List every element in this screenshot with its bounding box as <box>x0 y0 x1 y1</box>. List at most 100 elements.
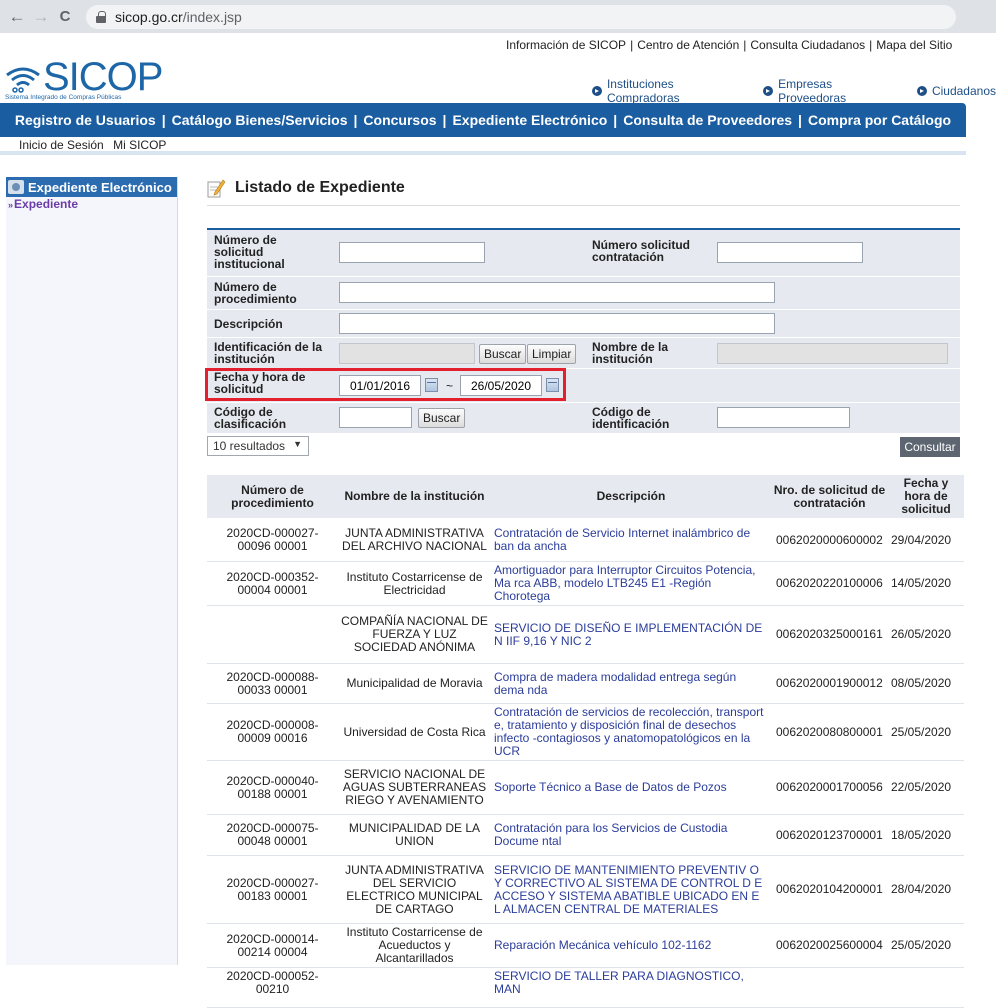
results-select-value: 10 resultados <box>213 439 286 453</box>
cell-proc: 2020CD-000052-00210 <box>207 967 338 1008</box>
search-form: Número de solicitud institucional Número… <box>207 228 960 433</box>
cell-nro: 0062020325000161 <box>771 605 888 664</box>
cell-nro: 0062020001700056 <box>771 760 888 815</box>
link-informacion[interactable]: Información de SICOP <box>506 38 626 52</box>
descripcion-input[interactable] <box>339 313 775 334</box>
codigo-clasificacion-input[interactable] <box>339 407 412 428</box>
num-solicitud-institucional-input[interactable] <box>339 242 485 263</box>
cell-proc: 2020CD-000027-00096 00001 <box>207 518 338 562</box>
table-row[interactable]: 2020CD-000088-00033 00001 Municipalidad … <box>207 663 964 704</box>
cell-proc: 2020CD-000008-00009 00016 <box>207 703 338 761</box>
url-path: /index.jsp <box>182 8 242 25</box>
col-descripcion[interactable]: Descripción <box>491 475 771 519</box>
link-mi-sicop[interactable]: Mi SICOP <box>113 138 166 152</box>
cell-proc: 2020CD-000027-00183 00001 <box>207 855 338 924</box>
table-row[interactable]: 2020CD-000008-00009 00016 Universidad de… <box>207 703 964 761</box>
results-per-page-select[interactable]: 10 resultados ▼ <box>207 436 309 456</box>
codigo-identificacion-input[interactable] <box>717 407 850 428</box>
role-empresas[interactable]: Empresas Proveedoras <box>763 77 903 105</box>
nav-compra-catalogo[interactable]: Compra por Catálogo <box>802 112 957 128</box>
table-row[interactable]: COMPAÑÍA NACIONAL DE FUERZA Y LUZ SOCIED… <box>207 605 964 664</box>
nav-concursos[interactable]: Concursos <box>357 112 442 128</box>
nav-catalogo[interactable]: Catálogo Bienes/Servicios <box>166 112 354 128</box>
cell-fecha: 25/05/2020 <box>888 703 964 761</box>
reload-icon[interactable]: C <box>54 6 76 28</box>
cell-fecha: 25/05/2020 <box>888 923 964 968</box>
col-fecha-solicitud[interactable]: Fecha y hora de solicitud <box>888 475 964 519</box>
link-consulta-ciudadanos[interactable]: Consulta Ciudadanos <box>750 38 865 52</box>
table-row[interactable]: 2020CD-000014-00214 00004 Instituto Cost… <box>207 923 964 968</box>
sidebar: Expediente Electrónico »Expediente <box>6 177 178 965</box>
url-host: sicop.go.cr <box>115 8 183 25</box>
cell-proc: 2020CD-000014-00214 00004 <box>207 923 338 968</box>
cell-inst: SERVICIO NACIONAL DE AGUAS SUBTERRANEAS … <box>338 760 491 815</box>
table-row[interactable]: 2020CD-000027-00183 00001 JUNTA ADMINIST… <box>207 855 964 924</box>
link-centro-atencion[interactable]: Centro de Atención <box>637 38 739 52</box>
forward-arrow-icon[interactable]: → <box>30 6 52 28</box>
arrow-circle-icon <box>916 86 927 96</box>
cell-desc-link[interactable]: Soporte Técnico a Base de Datos de Pozos <box>491 760 771 815</box>
sidebar-item-expediente[interactable]: »Expediente <box>6 197 177 213</box>
results-table: Número de procedimiento Nombre de la ins… <box>207 475 964 1008</box>
highlight-box <box>205 368 566 401</box>
cell-inst: JUNTA ADMINISTRATIVA DEL ARCHIVO NACIONA… <box>338 518 491 562</box>
folder-icon <box>8 180 24 194</box>
cell-fecha: 18/05/2020 <box>888 814 964 856</box>
col-num-procedimiento[interactable]: Número de procedimiento <box>207 475 338 519</box>
arrow-circle-icon <box>592 86 602 96</box>
num-procedimiento-input[interactable] <box>339 282 775 303</box>
page-title: Listado de Expediente <box>207 178 405 198</box>
page-title-text: Listado de Expediente <box>235 179 405 196</box>
table-row[interactable]: 2020CD-000040-00188 00001 SERVICIO NACIO… <box>207 760 964 815</box>
role-label: Instituciones Compradoras <box>606 77 680 105</box>
cell-desc-link[interactable]: Compra de madera modalidad entrega según… <box>491 663 771 704</box>
consultar-button[interactable]: Consultar <box>900 437 960 457</box>
nav-registro-usuarios[interactable]: Registro de Usuarios <box>9 112 162 128</box>
num-solicitud-contratacion-input[interactable] <box>717 242 863 263</box>
form-row: Código de clasificación Buscar Código de… <box>207 403 960 433</box>
nav-consulta-proveedores[interactable]: Consulta de Proveedores <box>617 112 798 128</box>
cell-fecha: 28/04/2020 <box>888 855 964 924</box>
cell-proc <box>207 605 338 664</box>
table-row[interactable]: 2020CD-000075-00048 00001 MUNICIPALIDAD … <box>207 814 964 856</box>
link-inicio-sesion[interactable]: Inicio de Sesión <box>19 138 104 152</box>
cell-desc-link[interactable]: Contratación de Servicio Internet inalám… <box>491 518 771 562</box>
logo-subtitle: Sistema Integrado de Compras Públicas <box>5 94 122 101</box>
cell-desc-link[interactable]: Reparación Mecánica vehículo 102-1162 <box>491 923 771 968</box>
nav-expediente[interactable]: Expediente Electrónico <box>446 112 613 128</box>
role-label: Empresas Proveedoras <box>778 77 847 105</box>
cell-desc-link[interactable]: Contratación para los Servicios de Custo… <box>491 814 771 856</box>
buscar-institucion-button[interactable]: Buscar <box>479 344 527 364</box>
form-row: Descripción <box>207 310 960 337</box>
cell-desc-link[interactable]: Contratación de servicios de recolección… <box>491 703 771 761</box>
back-arrow-icon[interactable]: ← <box>6 6 28 28</box>
cell-proc: 2020CD-000088-00033 00001 <box>207 663 338 704</box>
link-mapa-sitio[interactable]: Mapa del Sitio <box>876 38 952 52</box>
cell-desc-link[interactable]: Amortiguador para Interruptor Circuitos … <box>491 561 771 606</box>
cell-nro: 0062020104200001 <box>771 855 888 924</box>
table-row[interactable]: 2020CD-000352-00004 00001 Instituto Cost… <box>207 561 964 606</box>
cell-desc-link[interactable]: SERVICIO DE DISEÑO E IMPLEMENTACIÓN DE N… <box>491 605 771 664</box>
col-nombre-institucion[interactable]: Nombre de la institución <box>338 475 491 519</box>
top-links: Información de SICOP | Centro de Atención |… <box>506 38 953 52</box>
cell-desc-link[interactable]: SERVICIO DE TALLER PARA DIAGNOSTICO, MAN <box>491 967 771 1008</box>
buscar-clasificacion-button[interactable]: Buscar <box>418 408 466 428</box>
table-row[interactable]: 2020CD-000027-00096 00001 JUNTA ADMINIST… <box>207 518 964 562</box>
table-row[interactable]: 2020CD-000052-00210 SERVICIO DE TALLER P… <box>207 967 964 1008</box>
role-ciudadanos[interactable]: Ciudadanos <box>916 77 996 105</box>
cell-nro: 0062020080800001 <box>771 703 888 761</box>
cell-nro: 0062020220100006 <box>771 561 888 606</box>
nombre-institucion-input <box>717 343 948 364</box>
cell-desc-link[interactable]: SERVICIO DE MANTENIMIENTO PREVENTIV O Y … <box>491 855 771 924</box>
title-divider <box>207 205 960 206</box>
wifi-logo-icon <box>6 67 40 93</box>
sicop-logo[interactable]: SICOP Sistema Integrado de Compras Públi… <box>5 55 195 103</box>
limpiar-button[interactable]: Limpiar <box>527 344 577 364</box>
cell-nro: 0062020000600002 <box>771 518 888 562</box>
cell-nro: 0062020123700001 <box>771 814 888 856</box>
cell-fecha: 14/05/2020 <box>888 561 964 606</box>
col-nro-solicitud[interactable]: Nro. de solicitud de contratación <box>771 475 888 519</box>
role-instituciones[interactable]: Instituciones Compradoras <box>592 77 749 105</box>
cell-inst <box>338 967 491 1008</box>
address-bar[interactable]: sicop.go.cr/index.jsp <box>86 4 956 29</box>
